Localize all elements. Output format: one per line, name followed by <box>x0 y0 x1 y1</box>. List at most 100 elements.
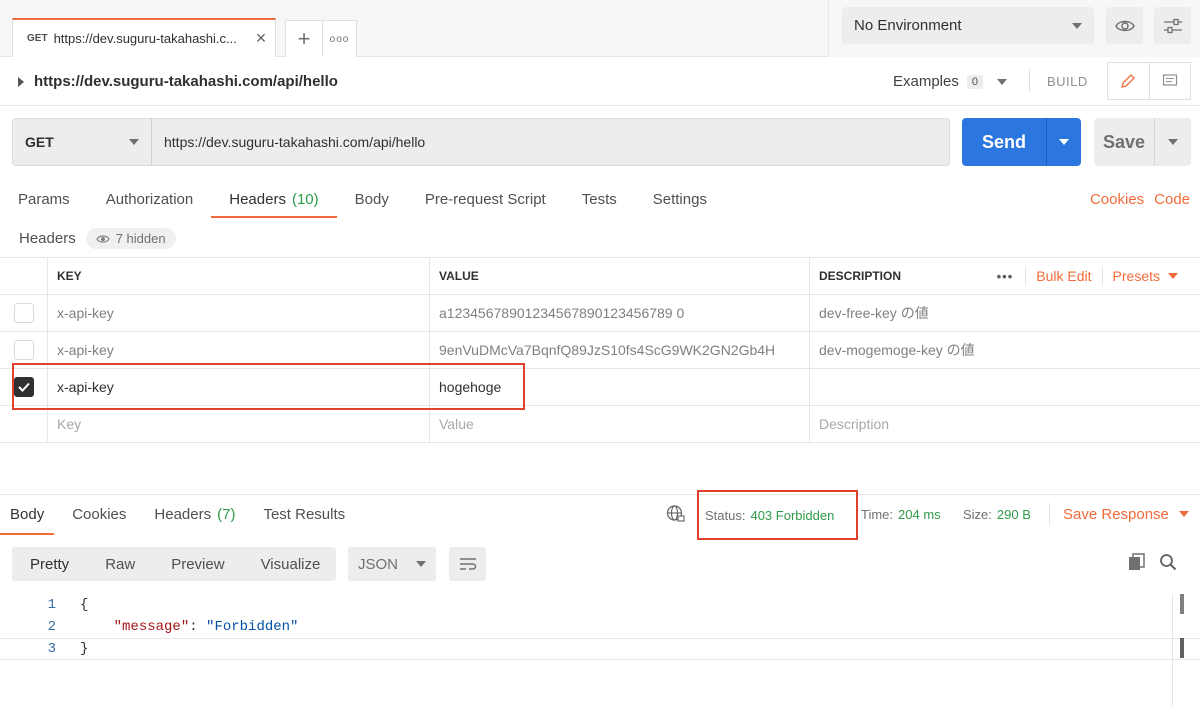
environment-quick-look-button[interactable] <box>1106 7 1143 44</box>
copy-button[interactable] <box>1128 553 1146 571</box>
header-value[interactable]: a12345678901234567890123456789 0 <box>439 305 684 321</box>
tab-label: Pre-request Script <box>424 190 546 208</box>
tab-prerequest-script[interactable]: Pre-request Script <box>407 180 564 218</box>
header-key[interactable]: x-api-key <box>57 342 114 358</box>
more-options-icon[interactable]: ••• <box>985 269 1026 284</box>
save-button[interactable]: Save <box>1094 118 1154 166</box>
header-description[interactable]: dev-free-key の値 <box>819 303 929 323</box>
view-pretty[interactable]: Pretty <box>12 547 87 581</box>
editor-gutter-line <box>1172 594 1173 706</box>
tab-params[interactable]: Params <box>0 180 88 218</box>
edit-button[interactable] <box>1108 63 1150 99</box>
column-value-header: VALUE <box>439 269 479 283</box>
send-options-button[interactable] <box>1046 118 1081 166</box>
presets-dropdown[interactable]: Presets <box>1103 268 1178 284</box>
tab-title: https://dev.suguru-takahashi.c... <box>53 31 237 46</box>
new-tab-button[interactable]: + <box>285 20 323 57</box>
wrap-icon <box>459 558 476 570</box>
close-icon[interactable]: × <box>253 28 269 49</box>
line-number: 1 <box>47 597 56 613</box>
tab-label: Settings <box>652 190 707 208</box>
status-value[interactable]: 403 Forbidden <box>750 508 834 523</box>
code-line: 1 { <box>0 594 1200 616</box>
search-button[interactable] <box>1159 553 1177 571</box>
view-label: Visualize <box>260 555 321 573</box>
bulk-edit-link[interactable]: Bulk Edit <box>1026 268 1101 284</box>
chevron-down-icon <box>1178 511 1189 517</box>
tab-authorization[interactable]: Authorization <box>88 180 212 218</box>
tab-headers[interactable]: Headers (10) <box>211 180 338 218</box>
response-code-editor[interactable]: 1 { 2 "message": "Forbidden" 3 } <box>0 594 1200 660</box>
examples-label: Examples <box>893 73 959 90</box>
breadcrumb[interactable]: https://dev.suguru-takahashi.com/api/hel… <box>18 57 338 106</box>
tab-label: Test Results <box>263 506 346 523</box>
tab-tests[interactable]: Tests <box>564 180 635 218</box>
size-value: 290 B <box>996 506 1031 522</box>
search-icon <box>1160 554 1177 571</box>
chevron-down-icon <box>129 139 139 145</box>
tab-options-button[interactable]: ooo <box>322 20 357 57</box>
request-tab[interactable]: GET https://dev.suguru-takahashi.c... × <box>12 18 276 57</box>
highlight-box <box>12 363 525 410</box>
tab-test-results[interactable]: Test Results <box>253 495 355 535</box>
response-view-toggle: Pretty Raw Preview Visualize <box>12 547 336 581</box>
tab-response-headers[interactable]: Headers (7) <box>144 495 245 535</box>
code-link[interactable]: Code <box>1154 191 1190 208</box>
manage-environments-button[interactable] <box>1154 7 1191 44</box>
row-checkbox[interactable] <box>13 340 34 360</box>
view-raw[interactable]: Raw <box>87 547 153 581</box>
examples-count: 0 <box>966 74 983 89</box>
code-text: "message": "Forbidden" <box>56 619 299 635</box>
json-value: "Forbidden" <box>206 619 299 635</box>
header-value[interactable]: 9enVuDMcVa7BqnfQ89JzS10fs4ScG9WK2GN2Gb4H <box>439 342 775 358</box>
table-row-new: Key Value Description <box>0 406 1200 443</box>
response-time[interactable]: Time: 204 ms <box>861 494 941 534</box>
header-description[interactable]: dev-mogemoge-key の値 <box>819 340 975 360</box>
network-icon[interactable] <box>666 504 686 524</box>
url-input[interactable]: https://dev.suguru-takahashi.com/api/hel… <box>151 118 950 166</box>
view-visualize[interactable]: Visualize <box>243 547 339 581</box>
row-checkbox[interactable] <box>13 303 34 323</box>
method-select[interactable]: GET <box>12 118 152 166</box>
environment-select[interactable]: No Environment <box>842 7 1094 44</box>
build-mode[interactable]: BUILD <box>1047 57 1088 106</box>
tab-settings[interactable]: Settings <box>635 180 725 218</box>
format-select[interactable]: JSON <box>348 547 436 581</box>
tab-label: Headers <box>154 506 212 523</box>
headers-subheader: Headers 7 hidden <box>19 228 176 249</box>
value-placeholder[interactable]: Value <box>439 416 474 432</box>
globe-lock-icon <box>666 505 685 522</box>
code-line: 2 "message": "Forbidden" <box>0 616 1200 638</box>
headers-section-title: Headers <box>19 230 76 247</box>
response-size[interactable]: Size: 290 B <box>963 494 1031 534</box>
request-tabs: Params Authorization Headers (10) Body Pr… <box>0 180 725 218</box>
chevron-down-icon <box>416 561 426 567</box>
scrollbar-thumb[interactable] <box>1180 594 1184 614</box>
save-response-dropdown[interactable]: Save Response <box>1063 494 1189 534</box>
view-preview[interactable]: Preview <box>153 547 242 581</box>
examples-dropdown[interactable]: Examples 0 <box>893 57 1007 106</box>
comments-button[interactable] <box>1150 63 1191 99</box>
request-title: https://dev.suguru-takahashi.com/api/hel… <box>34 73 338 90</box>
hidden-headers-toggle[interactable]: 7 hidden <box>85 228 176 249</box>
caret-right-icon <box>18 76 24 87</box>
format-label: JSON <box>358 555 399 573</box>
checkbox-column-header <box>0 258 48 294</box>
tab-response-body[interactable]: Body <box>0 495 55 535</box>
divider <box>1029 70 1030 92</box>
eye-icon <box>96 234 110 243</box>
description-placeholder[interactable]: Description <box>819 416 889 432</box>
tab-response-cookies[interactable]: Cookies <box>62 495 136 535</box>
wrap-lines-button[interactable] <box>449 547 486 581</box>
header-key[interactable]: x-api-key <box>57 305 114 321</box>
tab-count: (10) <box>291 190 319 208</box>
code-text: } <box>80 641 89 657</box>
save-options-button[interactable] <box>1154 118 1191 166</box>
key-placeholder[interactable]: Key <box>57 416 81 432</box>
send-button[interactable]: Send <box>962 118 1046 166</box>
tab-label: Authorization <box>105 190 194 208</box>
comment-icon <box>1162 74 1177 86</box>
cookies-link[interactable]: Cookies <box>1090 191 1144 208</box>
tab-body[interactable]: Body <box>337 180 407 218</box>
copy-icon <box>1129 553 1145 570</box>
